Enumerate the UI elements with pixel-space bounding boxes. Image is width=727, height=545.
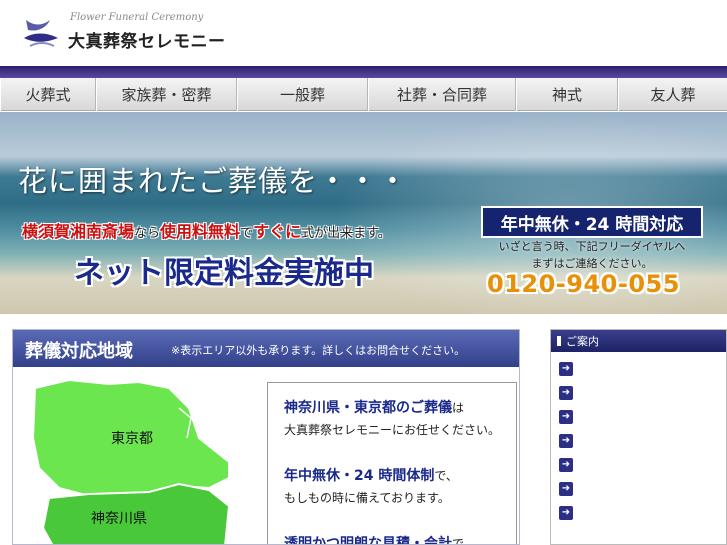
area-map-graphic bbox=[31, 378, 231, 544]
arrow-right-icon[interactable]: ➜ bbox=[559, 362, 573, 376]
nav-item-company-funeral[interactable]: 社葬・合同葬 bbox=[368, 78, 516, 111]
site-header: Flower Funeral Ceremony 大真葬祭セレモニー bbox=[0, 0, 727, 68]
nav-item-family-funeral[interactable]: 家族葬・密葬 bbox=[96, 78, 237, 111]
hero-sub-tail: 式が出来ます。 bbox=[301, 226, 391, 241]
nav-top-band bbox=[0, 66, 727, 78]
map-label-kanagawa[interactable]: 神奈川県 bbox=[91, 508, 147, 528]
arrow-right-icon[interactable]: ➜ bbox=[559, 506, 573, 520]
info-line-2: 年中無休・24 時間体制で、 bbox=[284, 468, 458, 484]
hero-title: 花に囲まれたご葬儀を・・・ bbox=[18, 164, 409, 198]
service-area-section: 葬儀対応地域 ※表示エリア以外も承ります。詳しくはお問合せください。 東京都 神… bbox=[12, 329, 520, 545]
hero-subtitle: 横須賀湘南斎場なら使用料無料ですぐに式が出来ます。 bbox=[22, 218, 391, 242]
info-line-3: 透明かつ明朗な見積・会計で bbox=[284, 536, 465, 545]
arrow-right-icon[interactable]: ➜ bbox=[559, 386, 573, 400]
hero-net-price: ネット限定料金実施中 bbox=[74, 256, 374, 291]
promo-phone-number[interactable]: 0120-940-055 bbox=[487, 270, 680, 298]
hero-banner: 花に囲まれたご葬儀を・・・ 横須賀湘南斎場なら使用料無料ですぐに式が出来ます。 … bbox=[0, 112, 727, 314]
hero-sub-free: 使用料無料 bbox=[160, 222, 241, 241]
sidebar-header: ご案内 bbox=[551, 330, 726, 352]
logo-japanese-text[interactable]: 大真葬祭セレモニー bbox=[68, 27, 226, 52]
arrow-right-icon[interactable]: ➜ bbox=[559, 458, 573, 472]
promo-heading: 年中無休・24 時間対応 bbox=[481, 206, 703, 238]
main-nav: 火葬式 家族葬・密葬 一般葬 社葬・合同葬 神式 友人葬 bbox=[0, 78, 727, 111]
info-line-2b: もしもの時に備えております。 bbox=[284, 491, 450, 505]
promo-text: いざと言う時、下記フリーダイヤルへ まずはご連絡ください。 bbox=[481, 238, 703, 272]
info-line-1b: 大真葬祭セレモニーにお任せください。 bbox=[284, 423, 501, 437]
guide-sidebar: ご案内 ➜ ➜ ➜ ➜ ➜ ➜ ➜ bbox=[550, 329, 727, 545]
arrow-right-icon[interactable]: ➜ bbox=[559, 410, 573, 424]
arrow-right-icon[interactable]: ➜ bbox=[559, 434, 573, 448]
hero-sub-de: で bbox=[240, 226, 254, 241]
logo-english-text: Flower Funeral Ceremony bbox=[70, 12, 204, 23]
info-panel: 神奈川県・東京都のご葬儀は 大真葬祭セレモニーにお任せください。 年中無休・24… bbox=[267, 382, 517, 545]
hero-sub-soon: すぐに bbox=[253, 222, 302, 241]
promo-box: 年中無休・24 時間対応 いざと言う時、下記フリーダイヤルへ まずはご連絡くださ… bbox=[481, 206, 703, 298]
nav-item-friend-funeral[interactable]: 友人葬 bbox=[618, 78, 727, 111]
area-map: 東京都 神奈川県 bbox=[29, 378, 269, 544]
nav-item-general-funeral[interactable]: 一般葬 bbox=[237, 78, 368, 111]
section-header-bar: 葬儀対応地域 ※表示エリア以外も承ります。詳しくはお問合せください。 bbox=[13, 330, 519, 367]
promo-line-1: いざと言う時、下記フリーダイヤルへ bbox=[498, 240, 686, 253]
map-label-tokyo[interactable]: 東京都 bbox=[111, 428, 153, 448]
section-title: 葬儀対応地域 bbox=[25, 341, 133, 362]
section-note: ※表示エリア以外も承ります。詳しくはお問合せください。 bbox=[171, 344, 466, 357]
hero-sub-hall: 横須賀湘南斎場 bbox=[22, 222, 135, 241]
nav-item-shinto[interactable]: 神式 bbox=[516, 78, 618, 111]
hero-sub-nara: なら bbox=[134, 226, 161, 241]
nav-item-cremation[interactable]: 火葬式 bbox=[0, 78, 96, 111]
logo-flower-icon[interactable] bbox=[20, 12, 62, 52]
sidebar-header-mark bbox=[557, 336, 561, 346]
info-line-1: 神奈川県・東京都のご葬儀は bbox=[284, 400, 465, 416]
arrow-right-icon[interactable]: ➜ bbox=[559, 482, 573, 496]
sidebar-title: ご案内 bbox=[566, 335, 599, 348]
